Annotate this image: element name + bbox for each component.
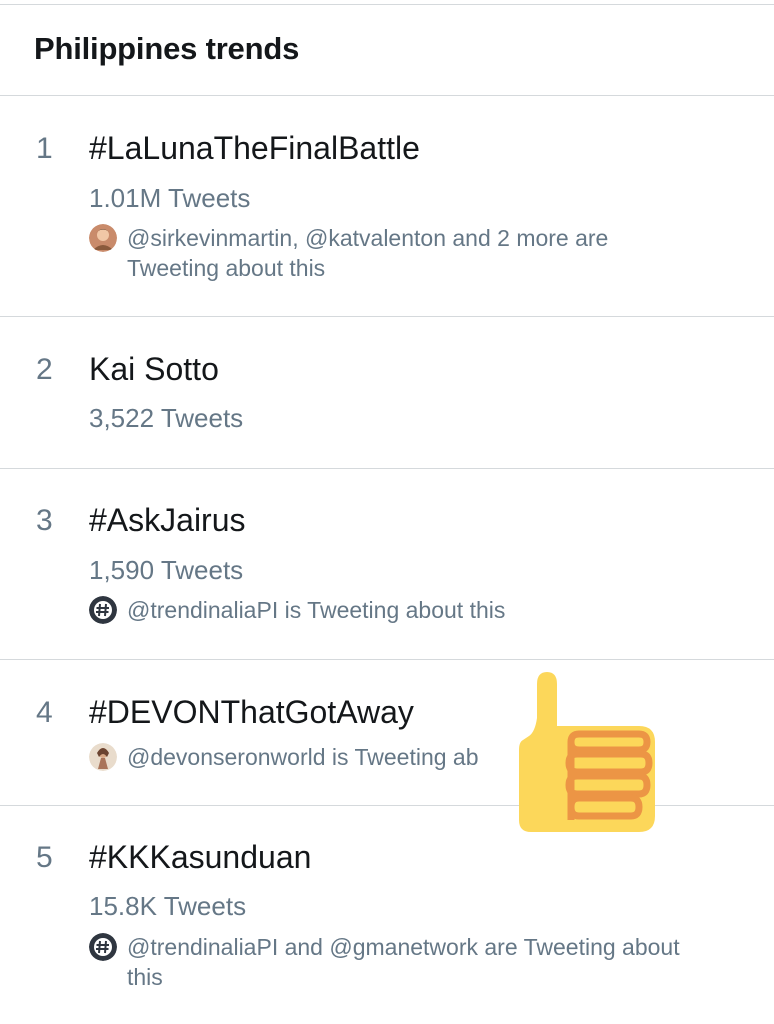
context-text: @trendinaliaPI and @gmanetwork are Tweet… <box>127 934 680 990</box>
tweet-count: 1.01M Tweets <box>89 183 251 213</box>
trend-rank: 2 <box>36 353 53 386</box>
user-photo-avatar-icon <box>89 743 117 771</box>
context-text: @trendinaliaPI is Tweeting about this <box>127 597 506 623</box>
tweet-count: 3,522 Tweets <box>89 403 244 433</box>
trend-name: #KKKasunduan <box>89 839 312 875</box>
trend-name: #AskJairus <box>89 502 246 538</box>
user-photo-avatar-icon <box>89 224 117 252</box>
trend-rank: 4 <box>36 696 53 729</box>
context-text: @sirkevinmartin, @katvalenton and 2 more… <box>127 225 609 281</box>
trend-rank: 5 <box>36 841 53 874</box>
trends-page: Philippines trends 1 #LaLunaTheFinalBatt… <box>0 0 774 1024</box>
page-title: Philippines trends <box>34 31 300 66</box>
hashtag-avatar-icon <box>89 933 117 961</box>
tweet-count: 1,590 Tweets <box>89 555 244 585</box>
trend-name: #DEVONThatGotAway <box>89 694 414 730</box>
trend-rank: 3 <box>36 504 53 537</box>
trends-header: Philippines trends <box>0 5 774 96</box>
trend-rank: 1 <box>36 132 53 165</box>
trend-item-5[interactable]: 5 #KKKasunduan 15.8K Tweets @trendinalia… <box>0 806 774 1024</box>
hashtag-avatar-icon <box>89 596 117 624</box>
trend-name: #LaLunaTheFinalBattle <box>89 130 420 166</box>
trend-name: Kai Sotto <box>89 351 219 387</box>
thumbs-up-emoji-icon <box>519 672 655 832</box>
trend-item-1[interactable]: 1 #LaLunaTheFinalBattle 1.01M Tweets @si… <box>0 96 774 317</box>
trend-item-3[interactable]: 3 #AskJairus 1,590 Tweets @trendinaliaPI… <box>0 469 774 660</box>
trend-item-2[interactable]: 2 Kai Sotto 3,522 Tweets <box>0 317 774 469</box>
tweet-count: 15.8K Tweets <box>89 891 247 921</box>
